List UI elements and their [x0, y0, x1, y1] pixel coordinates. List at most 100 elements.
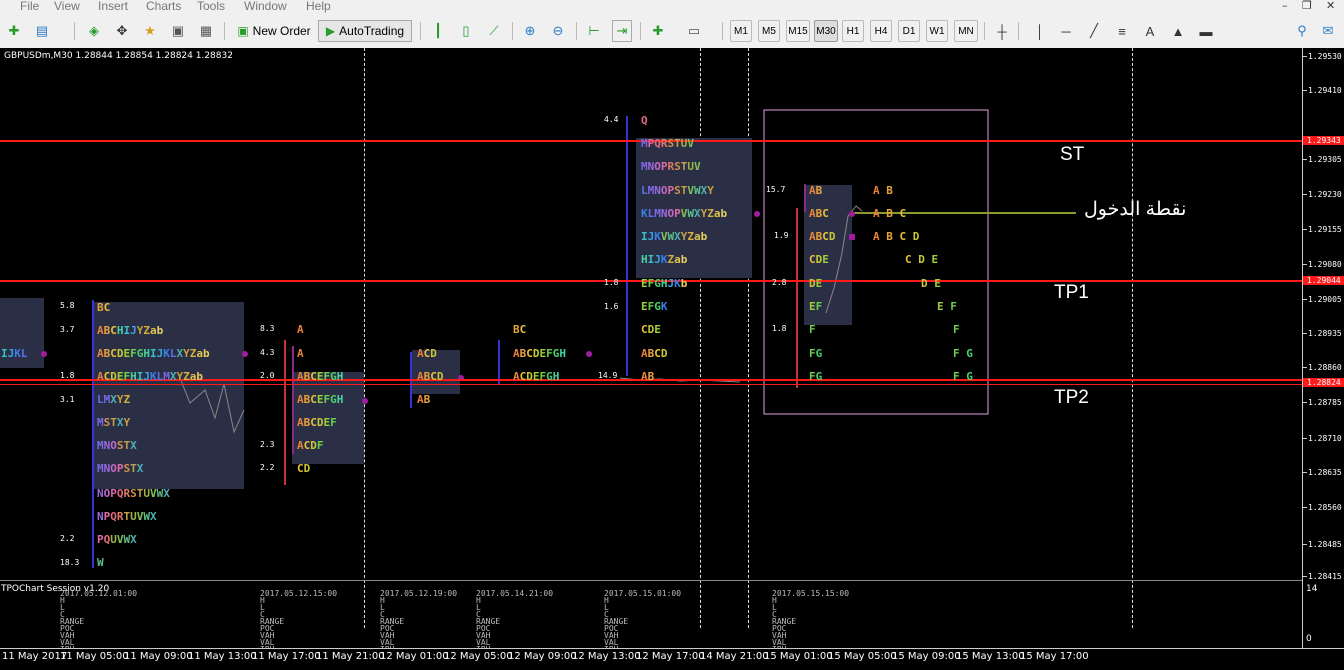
- tf-w1[interactable]: W1: [926, 20, 948, 42]
- tpo-letter: D: [310, 439, 317, 452]
- time-label: 11 May 09:00: [124, 651, 193, 662]
- new-chart-icon[interactable]: ✚: [4, 20, 24, 42]
- tpo-letter: G: [330, 393, 337, 406]
- strategy-tester-icon[interactable]: ▦: [196, 20, 216, 42]
- label-tool-icon[interactable]: ▬: [1196, 20, 1216, 42]
- tpo-row: FG: [809, 371, 822, 383]
- menu-help[interactable]: Help: [306, 0, 331, 13]
- autotrading-icon: ▶: [325, 24, 336, 38]
- navigator-icon[interactable]: ★: [140, 20, 160, 42]
- menu-window[interactable]: Window: [244, 0, 287, 13]
- st-label: ST: [1060, 144, 1085, 165]
- tpo-row: F G: [953, 348, 973, 360]
- market-watch-icon[interactable]: ◈: [84, 20, 104, 42]
- tf-m15[interactable]: M15: [786, 20, 810, 42]
- tpo-row: KLMNOPVWXYZab: [641, 208, 727, 220]
- tpo-letter: O: [660, 184, 668, 197]
- tf-mn[interactable]: MN: [954, 20, 978, 42]
- arrow-shapes-icon[interactable]: ▲: [1168, 20, 1188, 42]
- price-label: 1.28710: [1308, 434, 1342, 443]
- tf-m30[interactable]: M30: [814, 20, 838, 42]
- tpo-letter: b: [720, 207, 728, 220]
- auto-scroll-icon[interactable]: ⊢: [584, 20, 604, 42]
- tpo-letter: E: [316, 393, 324, 406]
- autotrading-button[interactable]: ▶ AutoTrading: [318, 20, 412, 42]
- tpo-letter: Q: [654, 137, 661, 150]
- vertical-line-icon[interactable]: │: [1030, 20, 1050, 42]
- candle-chart-icon[interactable]: ▯: [456, 20, 476, 42]
- minimize-button[interactable]: –: [1282, 0, 1288, 12]
- tpo-value: 2.8: [772, 278, 787, 287]
- tpo-letter: X: [136, 462, 144, 475]
- tf-m1[interactable]: M1: [730, 20, 752, 42]
- tpo-letter: K: [660, 253, 668, 266]
- tpo-letter: S: [674, 160, 681, 173]
- tpo-row: E F: [937, 301, 957, 313]
- tf-h4[interactable]: H4: [870, 20, 892, 42]
- tpo-letter: F: [809, 347, 816, 360]
- close-button[interactable]: ✕: [1326, 0, 1335, 12]
- horizontal-line-icon[interactable]: ─: [1056, 20, 1076, 42]
- tpo-letter: D: [436, 370, 444, 383]
- tpo-row: MNOSTX: [97, 440, 137, 452]
- tpo-letter: C: [526, 347, 533, 360]
- chat-icon[interactable]: ✉: [1318, 20, 1338, 42]
- tpo-row: ABCEFGH: [297, 371, 343, 383]
- profiles-icon[interactable]: ▤: [32, 20, 52, 42]
- tpo-row: IJKL: [1, 348, 28, 360]
- crosshair-nav-icon[interactable]: ✥: [112, 20, 132, 42]
- templates-icon[interactable]: ▭: [684, 20, 704, 42]
- tpo-row: CDE: [809, 254, 829, 266]
- terminal-icon[interactable]: ▣: [168, 20, 188, 42]
- tpo-letter: M: [163, 370, 170, 383]
- tpo-letter: R: [116, 510, 124, 523]
- text-tool-icon[interactable]: A: [1140, 20, 1160, 42]
- tpo-letter: X: [694, 207, 701, 220]
- tf-h1[interactable]: H1: [842, 20, 864, 42]
- new-order-label: New Order: [252, 24, 311, 38]
- tpo-letter: R: [660, 137, 668, 150]
- tpo-letter: a: [196, 347, 203, 360]
- tf-d1[interactable]: D1: [898, 20, 920, 42]
- tpo-letter: B: [423, 393, 431, 406]
- search-icon[interactable]: ⚲: [1292, 20, 1312, 42]
- tpo-letter: V: [687, 137, 694, 150]
- menu-charts[interactable]: Charts: [146, 0, 181, 13]
- tpo-letter: C: [310, 393, 317, 406]
- indicators-icon[interactable]: ✚: [648, 20, 668, 42]
- line-chart-icon[interactable]: ⟋: [484, 20, 504, 42]
- menu-file[interactable]: File: [20, 0, 39, 13]
- tpo-letter: A: [809, 230, 816, 243]
- tpo-letter: A: [297, 323, 304, 336]
- crosshair-icon[interactable]: ┼: [992, 20, 1012, 42]
- price-badge: 1.29343: [1303, 136, 1344, 145]
- tpo-letter: C: [641, 323, 648, 336]
- new-order-button[interactable]: ▣ New Order: [232, 20, 316, 42]
- price-tick: [1303, 229, 1307, 230]
- restore-button[interactable]: ❐: [1302, 0, 1312, 12]
- tpo-letter: E: [822, 253, 829, 266]
- price-label: 1.28415: [1308, 572, 1342, 581]
- menu-view[interactable]: View: [54, 0, 80, 13]
- menu-insert[interactable]: Insert: [98, 0, 128, 13]
- price-tick: [1303, 159, 1307, 160]
- tpo-letter: X: [163, 487, 170, 500]
- tpo-row: A B C D: [873, 231, 919, 243]
- trendline-icon[interactable]: ╱: [1084, 20, 1104, 42]
- zoom-out-icon[interactable]: ⊖: [548, 20, 568, 42]
- tpo-value: 4.3: [260, 348, 275, 357]
- bar-chart-icon[interactable]: ┃: [428, 20, 448, 42]
- tpo-letter: b: [680, 277, 688, 290]
- tf-m5[interactable]: M5: [758, 20, 780, 42]
- chart-shift-icon[interactable]: ⇥: [612, 20, 632, 42]
- zoom-in-icon[interactable]: ⊕: [520, 20, 540, 42]
- equidistant-channel-icon[interactable]: ≡: [1112, 20, 1132, 42]
- chart-area[interactable]: GBPUSDm,M30 1.28844 1.28854 1.28824 1.28…: [0, 48, 1344, 670]
- tpo-letter: D: [660, 347, 668, 360]
- tpo-value: 5.8: [60, 301, 75, 310]
- tpo-row: ACD: [417, 348, 437, 360]
- tpo-letter: G: [546, 370, 553, 383]
- poc-marker: [849, 234, 855, 240]
- time-label: 15 May 01:00: [764, 651, 833, 662]
- menu-tools[interactable]: Tools: [197, 0, 225, 13]
